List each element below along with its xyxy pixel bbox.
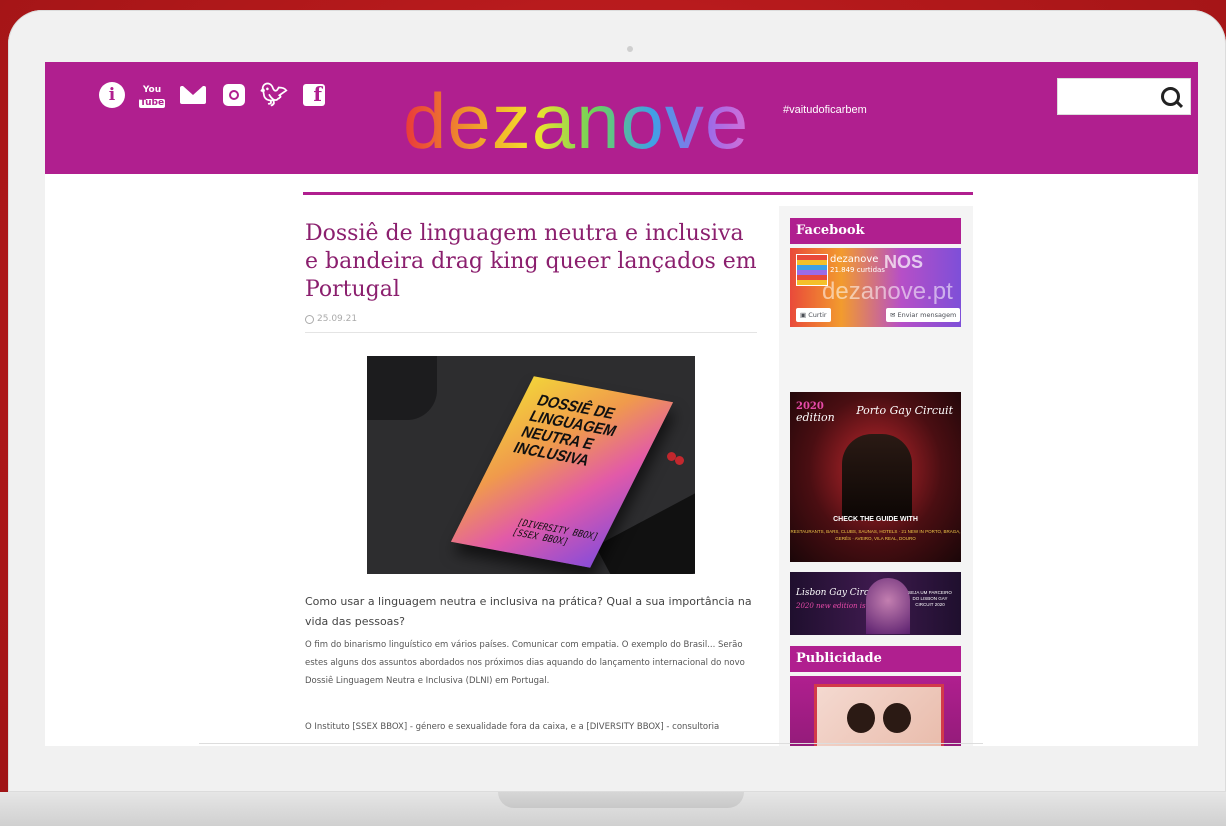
book-logos: [DIVERSITY BBOX] [SSEX BBOX]	[509, 517, 601, 548]
twitter-icon[interactable]: 🐦︎	[260, 82, 288, 108]
article-paragraph: O Instituto [SSEX BBOX] - género e sexua…	[305, 722, 720, 732]
article: Dossiê de linguagem neutra e inclusiva e…	[305, 220, 757, 732]
fb-likes: 21.849 curtidas	[830, 266, 885, 274]
instagram-icon[interactable]	[221, 82, 247, 108]
fb-cover-nos: NOS	[884, 252, 924, 272]
article-body: Como usar a linguagem neutra e inclusiva…	[305, 592, 757, 736]
article-lead: Como usar a linguagem neutra e inclusiva…	[305, 595, 752, 628]
fb-page-name[interactable]: dezanove	[830, 254, 878, 265]
book-title: DOSSIÊ DE LINGUAGEM NEUTRA E INCLUSIVA	[510, 391, 620, 470]
facebook-page-plugin[interactable]: NOS dezanove.pt dezanove 21.849 curtidas…	[790, 248, 961, 327]
earbud	[675, 456, 684, 465]
article-title: Dossiê de linguagem neutra e inclusiva e…	[305, 221, 757, 302]
pub-frame	[814, 684, 944, 746]
page-bottom-edge	[199, 743, 983, 744]
porto-gay-circuit-ad[interactable]: 2020 edition Porto Gay Circuit CHECK THE …	[790, 392, 961, 562]
content-top-rule	[303, 192, 973, 195]
ad1-edition: 2020 edition	[796, 400, 835, 423]
social-links: i You Tube 🐦︎ f	[99, 82, 327, 108]
fb-page-thumbnail[interactable]	[796, 254, 828, 286]
site-logo[interactable]: dezanove	[403, 76, 749, 166]
article-date-text: 25.09.21	[317, 314, 358, 324]
ad1-brand: Porto Gay Circuit	[856, 404, 953, 417]
publicidade-ad[interactable]	[790, 676, 961, 746]
browser-viewport: i You Tube 🐦︎ f dezanove #vaitudoficarbem…	[45, 62, 1198, 746]
lisbon-gay-circuit-ad[interactable]: Lisbon Gay Circuit 2020 new edition is c…	[790, 572, 961, 635]
speaker	[367, 356, 437, 420]
article-date: 25.09.21	[305, 314, 757, 324]
fb-cover-text: dezanove.pt	[822, 278, 953, 305]
article-paragraph: O fim do binarismo linguístico em vários…	[305, 640, 745, 686]
site-header: i You Tube 🐦︎ f dezanove #vaitudoficarbem	[45, 62, 1198, 174]
facebook-icon[interactable]: f	[301, 82, 327, 108]
ad1-cta: CHECK THE GUIDE WITH	[833, 516, 918, 523]
youtube-icon-bottom: Tube	[138, 98, 166, 108]
ad1-photo	[842, 434, 912, 520]
fb-message-label: Enviar mensagem	[897, 311, 957, 319]
messenger-icon: ✉	[890, 311, 898, 319]
ad1-subtext: RESTAURANTS, BARS, CLUBS, SAUNAS, HOTELS…	[790, 529, 961, 541]
ad2-text: SEJA UM PARCEIRO DO LISBON GAY CIRCUIT 2…	[908, 590, 952, 607]
mail-icon[interactable]	[179, 82, 207, 108]
youtube-icon[interactable]: You Tube	[138, 82, 166, 108]
camera-dot	[627, 46, 633, 52]
facebook-widget-title: Facebook	[790, 218, 961, 244]
sidebar: Facebook NOS dezanove.pt dezanove 21.849…	[779, 206, 973, 746]
laptop-notch	[498, 792, 744, 808]
publicidade-widget-title: Publicidade	[790, 646, 961, 672]
title-divider	[305, 332, 757, 333]
fb-like-label: Curtir	[808, 311, 827, 319]
ad2-photo	[866, 578, 910, 634]
clock-icon	[305, 314, 314, 324]
fb-message-button[interactable]: ✉ Enviar mensagem	[886, 308, 961, 322]
fb-like-icon: ▣	[800, 311, 809, 319]
ad1-edition-text: edition	[796, 411, 835, 424]
youtube-icon-top: You	[142, 85, 162, 95]
pub-person	[847, 703, 875, 733]
info-icon[interactable]: i	[99, 82, 125, 108]
article-image[interactable]: DOSSIÊ DE LINGUAGEM NEUTRA E INCLUSIVA […	[367, 356, 695, 574]
hashtag: #vaitudoficarbem	[783, 104, 867, 116]
pub-person	[883, 703, 911, 733]
search-icon[interactable]	[1161, 87, 1180, 106]
search-input[interactable]	[1057, 78, 1191, 115]
fb-like-button[interactable]: ▣ Curtir	[796, 308, 831, 322]
